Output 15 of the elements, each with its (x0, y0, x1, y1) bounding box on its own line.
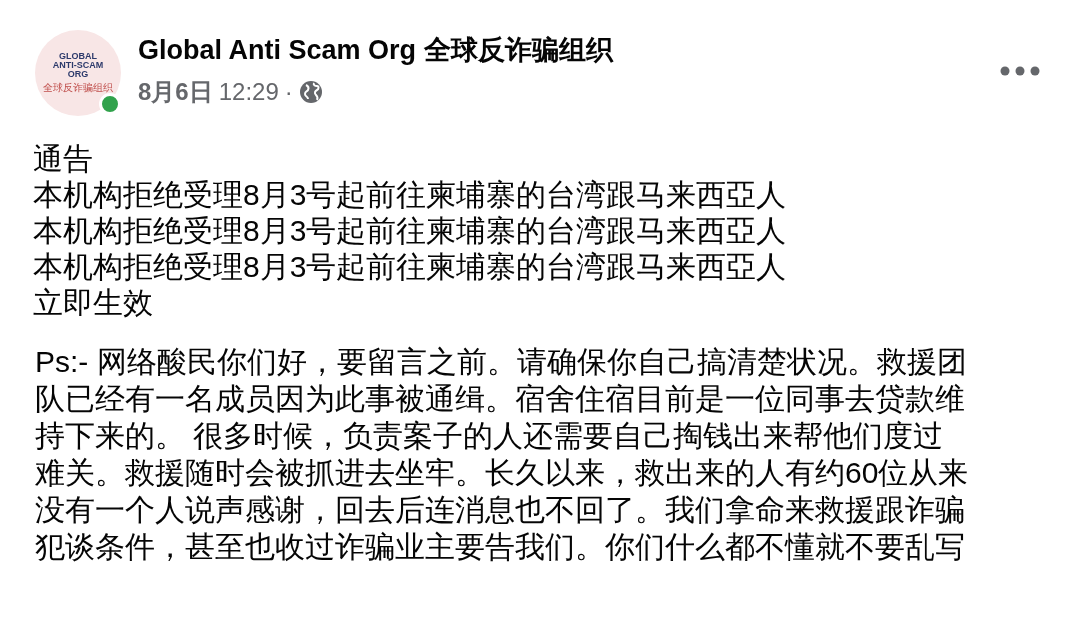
notice-line: 立即生效 (33, 285, 154, 321)
notice-line: 本机构拒绝受理8月3号起前往柬埔寨的台湾跟马来西亞人 (33, 177, 788, 213)
post-date[interactable]: 8月6日 (138, 77, 213, 107)
logo-subtitle: 全球反诈骗组织 (43, 82, 113, 94)
logo-text: GLOBAL ANTI-SCAM ORG (52, 52, 104, 79)
more-options-icon[interactable] (1000, 66, 1040, 76)
author-name[interactable]: Global Anti Scam Org 全球反诈骗组织 (138, 33, 1000, 67)
notice-line: 本机构拒绝受理8月3号起前往柬埔寨的台湾跟马来西亞人 (33, 249, 788, 285)
notice-line: 通告 (33, 141, 94, 177)
avatar-logo[interactable]: GLOBAL ANTI-SCAM ORG 全球反诈骗组织 (35, 30, 121, 116)
notice-line: 本机构拒绝受理8月3号起前往柬埔寨的台湾跟马来西亞人 (33, 213, 788, 249)
separator: · (284, 77, 293, 107)
post-time[interactable]: 12:29 (218, 77, 279, 107)
globe-icon (298, 80, 323, 104)
post-paragraph: Ps:- 网络酸民你们好，要留言之前。请确保你自己搞清楚状况。救援团 队已经有一名成员因为此事被通缉。宿舍住宿目前是一位同事去贷款维 持下来的。 很多时候，负责案子的人还需要自己掏钱出来帮他们度过 难关。救援随时会被抓进去坐牢。长久以来，救出来的人有约60位从来 没有一个人说声感谢，回去后连消息也不回了。我们拿命来救援跟诈骗 犯谈条件，甚至也收过诈骗业主要告我们。你们什么都不懂就不要乱写 (34, 344, 970, 565)
